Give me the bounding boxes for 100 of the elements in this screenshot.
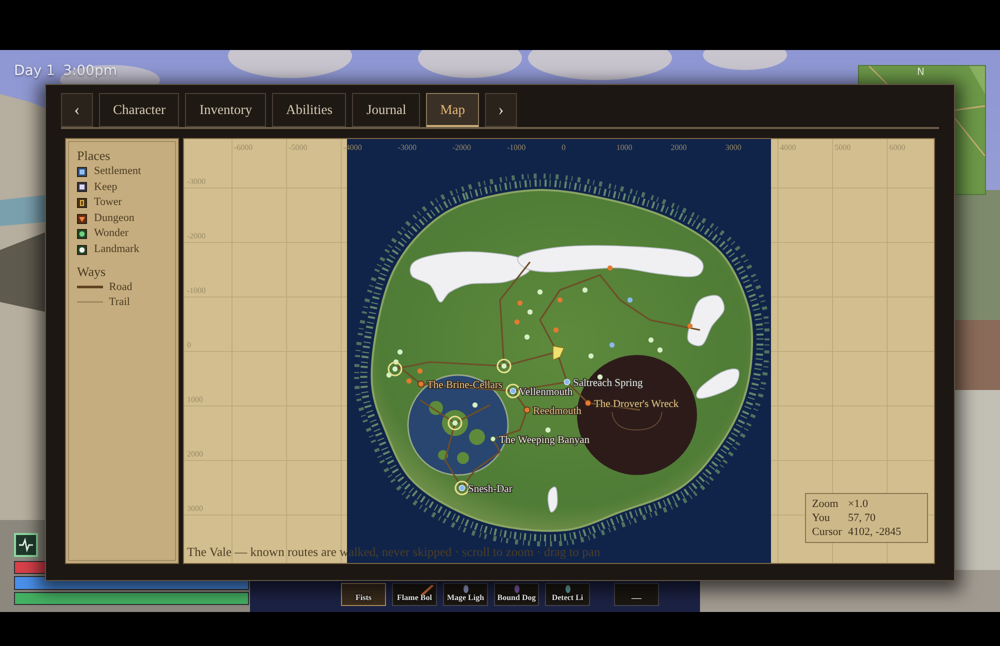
axis-tick-label: 1000 <box>616 143 632 152</box>
legend-label: Landmark <box>94 242 140 257</box>
place-label: The Drover's Wreck <box>594 399 679 410</box>
readout-value: 4102, -2845 <box>848 525 902 539</box>
readout-label: You <box>812 511 831 525</box>
axis-tick-label: 6000 <box>889 143 906 152</box>
map-marker-icon[interactable] <box>545 427 551 433</box>
legend-heading: Places <box>77 148 110 164</box>
axis-tick-label: 2000 <box>187 450 203 458</box>
legend-swatch-icon <box>77 244 87 255</box>
axis-tick-label: -3000 <box>398 143 416 152</box>
axis-tick-label: -2000 <box>187 232 206 240</box>
axis-tick-label: -3000 <box>187 177 206 186</box>
map-marker-icon[interactable] <box>657 347 663 353</box>
legend-swatch-icon <box>77 229 87 240</box>
map-marker-icon[interactable] <box>514 319 520 325</box>
axis-tick-label: 1000 <box>187 395 203 404</box>
readout-label: Cursor <box>812 525 843 539</box>
readout-value: 57, 70 <box>848 511 876 525</box>
hotbar-slot[interactable]: Fists <box>341 583 386 606</box>
world-map[interactable] <box>183 138 935 564</box>
glow-icon <box>565 585 571 593</box>
axis-tick-label: -1000 <box>187 286 206 295</box>
map-marker-icon[interactable] <box>524 406 530 414</box>
flame-streak-icon <box>420 585 434 595</box>
previous-tab-button[interactable]: ‹ <box>61 93 93 127</box>
map-marker-icon[interactable] <box>386 372 392 378</box>
axis-tick-label: 2000 <box>670 143 687 152</box>
map-marker-icon[interactable] <box>687 323 693 329</box>
hotbar-slot[interactable]: Flame Bol <box>392 583 437 606</box>
legend-label: Dungeon <box>94 210 134 226</box>
hotbar-slot[interactable]: Detect Li <box>545 583 590 606</box>
legend-label: Road <box>109 280 132 295</box>
map-marker-icon[interactable] <box>472 402 478 408</box>
snow-mountain-drawing <box>687 295 725 346</box>
nav-tab[interactable]: Journal <box>352 93 420 127</box>
legend-label: Trail <box>109 294 130 310</box>
axis-tick-label: -2000 <box>452 143 472 152</box>
hotbar-slot[interactable]: Bound Dog <box>494 583 539 606</box>
map-marker-icon[interactable] <box>537 289 543 295</box>
next-tab-button[interactable]: › <box>484 93 517 127</box>
legend-swatch-icon <box>77 214 87 224</box>
axis-tick-label: 5000 <box>834 143 851 152</box>
map-marker-icon[interactable] <box>607 265 613 271</box>
compass-label: N <box>917 67 924 78</box>
legend-label: Settlement <box>94 164 142 179</box>
map-marker-icon[interactable] <box>588 353 594 359</box>
map-marker-icon[interactable] <box>406 378 412 384</box>
axis-tick-label: 4000 <box>780 143 796 152</box>
map-marker-icon[interactable] <box>524 334 530 340</box>
road-line-icon <box>77 285 103 290</box>
axis-tick-label: 3000 <box>187 504 203 513</box>
snow-mountain-drawing <box>696 368 740 399</box>
place-label: Vellenmouth <box>519 387 573 398</box>
trail-line-icon <box>77 300 103 304</box>
readout-label: Zoom <box>812 497 840 511</box>
axis-tick-label: -6000 <box>234 143 253 152</box>
map-marker-icon[interactable] <box>627 297 633 303</box>
map-marker-icon[interactable] <box>527 309 533 315</box>
map-marker-icon[interactable] <box>597 374 603 380</box>
legend-swatch-icon <box>77 166 87 177</box>
map-marker-icon[interactable] <box>557 297 563 303</box>
map-marker-icon[interactable] <box>584 400 592 406</box>
map-marker-icon[interactable] <box>609 342 615 348</box>
snow-mountain-drawing <box>548 486 558 512</box>
player-marker-icon <box>552 346 565 361</box>
nav-tab[interactable]: Character <box>99 93 180 127</box>
map-marker-icon[interactable] <box>417 368 423 374</box>
pulse-icon[interactable] <box>14 533 38 557</box>
axis-tick-label: 3000 <box>725 143 742 152</box>
time-label: 3:00pm <box>63 63 117 79</box>
map-marker-icon[interactable] <box>393 359 399 365</box>
nav-tab[interactable]: Abilities <box>272 93 346 127</box>
map-marker-icon[interactable] <box>648 337 654 343</box>
hotbar-slot[interactable]: — <box>614 583 659 606</box>
legend-label: Wonder <box>94 226 129 242</box>
map-marker-icon[interactable] <box>517 300 523 306</box>
legend-heading: Ways <box>77 264 106 280</box>
legend-label: Tower <box>94 195 122 210</box>
map-marker-icon[interactable] <box>553 327 559 333</box>
axis-tick-label: -5000 <box>288 143 308 152</box>
axis-tick-label: -1000 <box>507 143 526 152</box>
glow-icon <box>514 585 520 593</box>
hotbar-slot[interactable]: Mage Ligh <box>443 583 488 606</box>
axis-tick-label: 0 <box>562 143 566 152</box>
map-marker-icon[interactable] <box>418 380 424 388</box>
axis-tick-label: 0 <box>187 340 191 350</box>
readout-value: ×1.0 <box>848 497 869 511</box>
map-marker-icon[interactable] <box>582 287 588 293</box>
map-marker-icon[interactable] <box>490 436 496 442</box>
map-marker-icon[interactable] <box>397 349 403 355</box>
glow-icon <box>463 585 469 593</box>
place-label: Snesh-Dar <box>468 484 512 495</box>
legend-swatch-icon <box>77 182 87 192</box>
legend-label: Keep <box>94 180 118 195</box>
place-label: Saltreach Spring <box>573 378 643 389</box>
legend-swatch-icon <box>77 198 87 208</box>
nav-tab[interactable]: Inventory <box>185 93 266 127</box>
nav-tab[interactable]: Map <box>426 93 479 127</box>
day-label: Day 1 <box>14 63 56 79</box>
